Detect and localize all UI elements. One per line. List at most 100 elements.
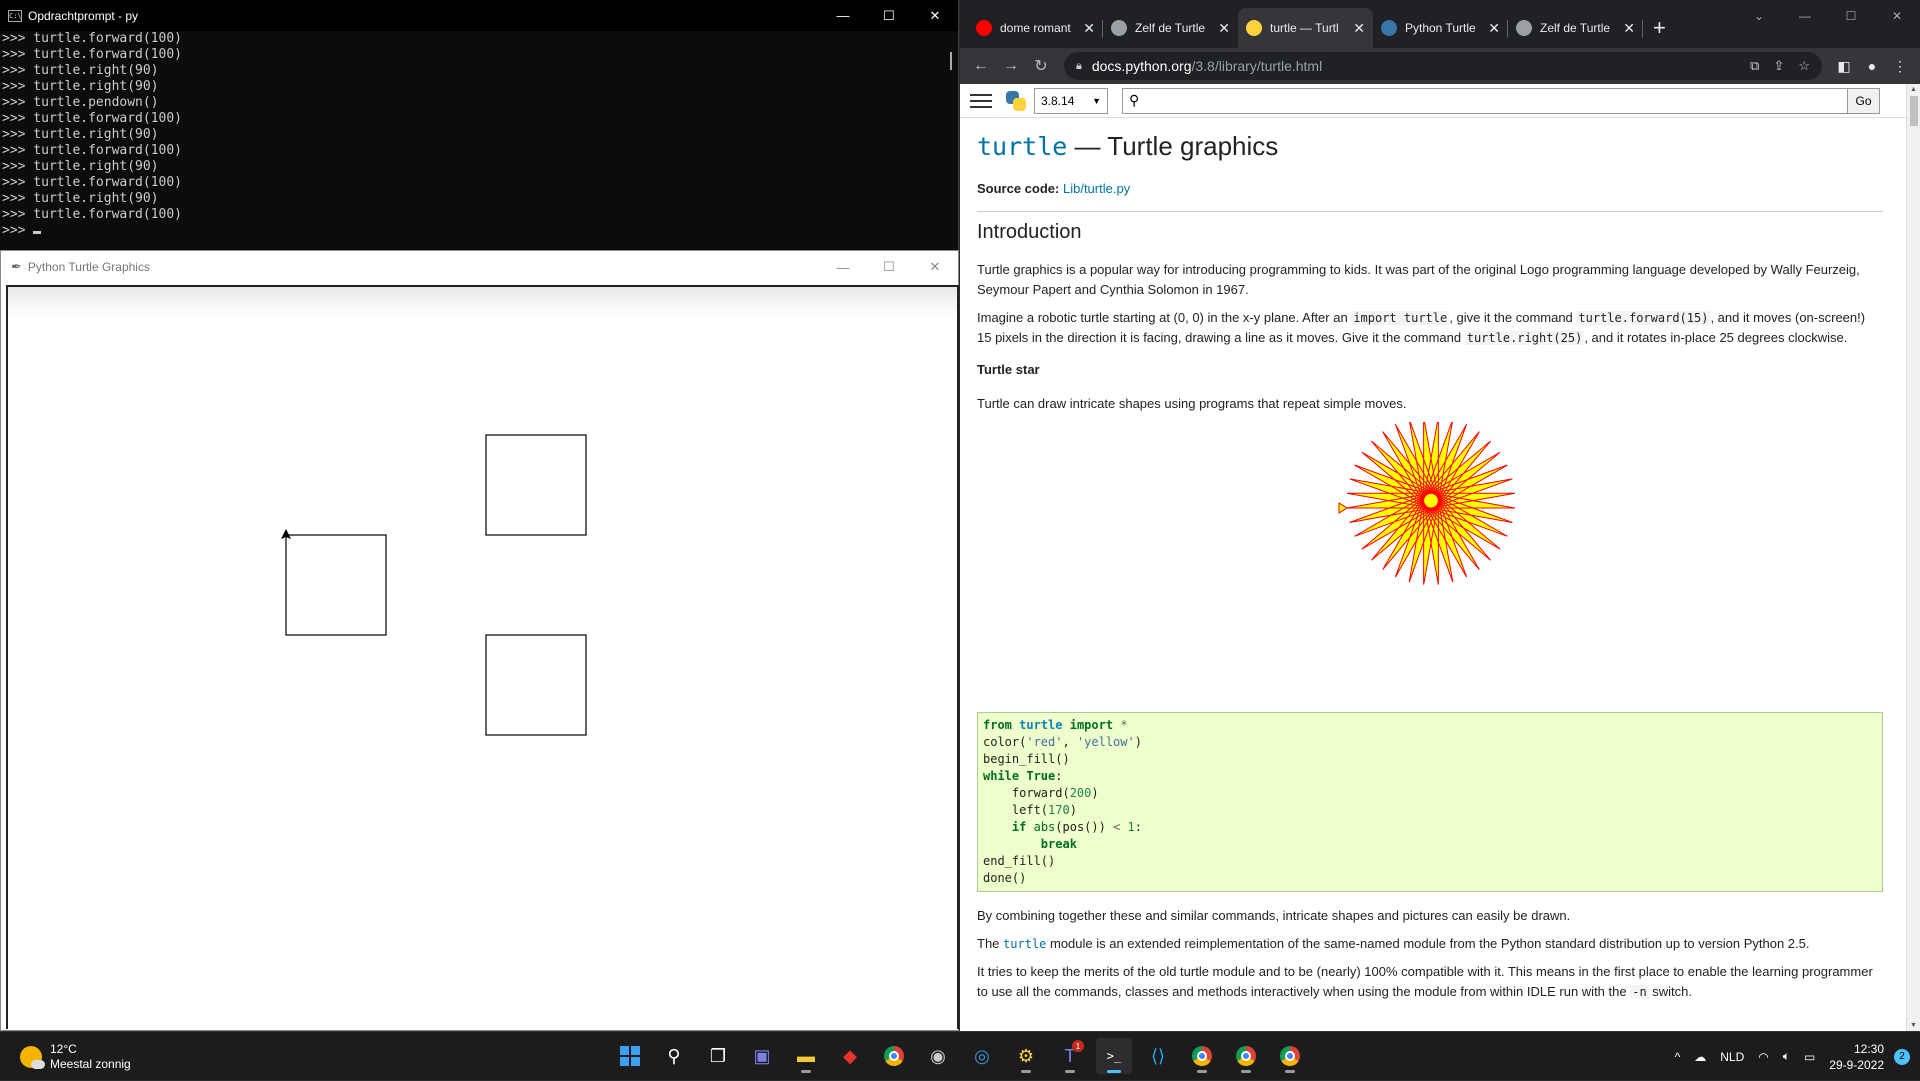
- profile-icon[interactable]: ●: [1858, 58, 1886, 74]
- tab-close-icon[interactable]: ✕: [1623, 20, 1635, 37]
- turtle-titlebar[interactable]: ✒ Python Turtle Graphics — ☐ ✕: [1, 251, 958, 283]
- minimize-icon[interactable]: —: [1782, 0, 1828, 32]
- volume-icon[interactable]: 🔈︎: [1783, 1049, 1790, 1064]
- teams-icon[interactable]: T1: [1052, 1038, 1088, 1074]
- search-input[interactable]: ⚲: [1122, 87, 1848, 114]
- scroll-thumb[interactable]: [1910, 96, 1918, 126]
- globe-icon: [1111, 20, 1127, 36]
- onedrive-icon[interactable]: ☁: [1694, 1050, 1706, 1064]
- new-tab-icon[interactable]: +: [1653, 8, 1666, 48]
- turtle-drawing: [281, 434, 587, 736]
- url-host: docs.python.org: [1091, 58, 1192, 74]
- tab-close-icon[interactable]: ✕: [1218, 20, 1230, 37]
- close-icon[interactable]: ✕: [912, 251, 958, 283]
- browser-window[interactable]: dome romant ✕ Zelf de Turtle ✕ turtle — Turt…: [960, 0, 1920, 1031]
- version-select[interactable]: 3.8.14 ▼: [1034, 87, 1108, 114]
- minimize-icon[interactable]: —: [820, 0, 866, 31]
- side-panel-icon[interactable]: ◧: [1830, 58, 1858, 75]
- console-prompt[interactable]: >>>: [2, 223, 958, 239]
- steam-icon[interactable]: ◉: [920, 1038, 956, 1074]
- clock[interactable]: 12:30 29-9-2022: [1829, 1041, 1884, 1073]
- translate-icon[interactable]: ⧉: [1750, 58, 1759, 74]
- go-button[interactable]: Go: [1848, 87, 1880, 114]
- text-cursor: [33, 231, 42, 234]
- cmd-window[interactable]: C:\ Opdrachtprompt - py — ☐ ✕ >>> turtle…: [0, 0, 959, 250]
- feather-icon: ✒: [11, 259, 22, 274]
- python-doc-icon: [1381, 20, 1397, 36]
- cmd-title: Opdrachtprompt - py: [28, 8, 139, 23]
- python-logo-icon[interactable]: [1006, 90, 1026, 111]
- maximize-icon[interactable]: ☐: [1828, 0, 1874, 32]
- tab-search-icon[interactable]: ⌄: [1736, 0, 1782, 32]
- source-link[interactable]: Lib/turtle.py: [1063, 181, 1130, 196]
- notification-badge[interactable]: 2: [1894, 1048, 1910, 1065]
- weather-widget[interactable]: 12°C Meestal zonnig: [20, 1042, 131, 1072]
- python-app-icon[interactable]: ⚙: [1008, 1038, 1044, 1074]
- chrome-icon[interactable]: [876, 1038, 912, 1074]
- edge-app-icon[interactable]: ◎: [964, 1038, 1000, 1074]
- hamburger-menu-icon[interactable]: [970, 93, 992, 108]
- square-left: [285, 534, 387, 636]
- cmd-titlebar[interactable]: C:\ Opdrachtprompt - py — ☐ ✕: [0, 0, 958, 31]
- minimize-icon[interactable]: —: [820, 251, 866, 283]
- title-rest: — Turtle graphics: [1067, 131, 1279, 161]
- start-button[interactable]: [612, 1038, 648, 1074]
- version-value: 3.8.14: [1041, 93, 1075, 108]
- console-output[interactable]: >>> turtle.forward(100) >>> turtle.forwar…: [0, 31, 958, 239]
- red-diamond-app-icon[interactable]: ◆: [832, 1038, 868, 1074]
- share-icon[interactable]: ⇪: [1773, 58, 1784, 74]
- task-view-icon[interactable]: ❐: [700, 1038, 736, 1074]
- search-icon[interactable]: ⚲: [656, 1038, 692, 1074]
- tab-close-icon[interactable]: ✕: [1353, 20, 1365, 37]
- back-icon[interactable]: ←: [966, 57, 996, 75]
- vscode-icon[interactable]: ⟨⟩: [1140, 1038, 1176, 1074]
- maximize-icon[interactable]: ☐: [866, 0, 912, 31]
- scroll-down-icon[interactable]: ▼: [1910, 1022, 1917, 1029]
- console-line: >>> turtle.right(90): [2, 79, 159, 94]
- module-paragraph: The turtle module is an extended reimple…: [977, 934, 1883, 954]
- tab-close-icon[interactable]: ✕: [1083, 20, 1095, 37]
- maximize-icon[interactable]: ☐: [866, 251, 912, 283]
- browser-tab[interactable]: turtle — Turtl ✕: [1238, 8, 1373, 48]
- battery-icon[interactable]: ▭: [1804, 1050, 1815, 1064]
- page-scrollbar[interactable]: ▲ ▼: [1906, 84, 1920, 1031]
- address-bar[interactable]: 🔒︎ docs.python.org/3.8/library/turtle.ht…: [1064, 52, 1822, 80]
- browser-tab[interactable]: Zelf de Turtle ✕: [1508, 8, 1643, 48]
- cmd-scrollbar[interactable]: [950, 52, 952, 70]
- file-explorer-icon[interactable]: ▬: [788, 1038, 824, 1074]
- chat-icon[interactable]: ▣: [744, 1038, 780, 1074]
- close-icon[interactable]: ✕: [912, 0, 958, 31]
- chrome-profile-3-icon[interactable]: [1272, 1038, 1308, 1074]
- tab-close-icon[interactable]: ✕: [1488, 20, 1500, 37]
- chevron-up-icon[interactable]: ^: [1675, 1050, 1681, 1064]
- source-code-line: Source code: Lib/turtle.py: [977, 179, 1883, 199]
- browser-tab[interactable]: Python Turtle ✕: [1373, 8, 1508, 48]
- star-paragraph: Turtle can draw intricate shapes using p…: [977, 396, 1407, 411]
- console-line: >>> turtle.forward(100): [2, 175, 183, 190]
- globe-icon: [1516, 20, 1532, 36]
- language-indicator[interactable]: NLD: [1720, 1050, 1744, 1064]
- text: module is an extended reimplementation o…: [1046, 936, 1810, 951]
- console-line: >>> turtle.right(90): [2, 127, 159, 142]
- turtle-canvas[interactable]: [6, 285, 959, 1029]
- turtle-module-link[interactable]: turtle: [1003, 937, 1046, 951]
- browser-tab[interactable]: Zelf de Turtle ✕: [1103, 8, 1238, 48]
- tab-label: Zelf de Turtle: [1135, 21, 1206, 35]
- menu-kebab-icon[interactable]: ⋮: [1886, 58, 1914, 75]
- scroll-up-icon[interactable]: ▲: [1910, 86, 1917, 93]
- page-title: turtle — Turtle graphics: [977, 128, 1883, 165]
- taskbar-apps: ⚲ ❐ ▣ ▬ ◆ ◉ ◎ ⚙ T1 >_ ⟨⟩: [612, 1038, 1308, 1074]
- close-icon[interactable]: ✕: [1874, 0, 1920, 32]
- bookmark-star-icon[interactable]: ☆: [1798, 58, 1810, 74]
- wifi-icon[interactable]: ◠: [1758, 1050, 1768, 1064]
- chrome-profile-icon[interactable]: [1184, 1038, 1220, 1074]
- weather-temp: 12°C: [50, 1042, 77, 1056]
- browser-tab[interactable]: dome romant ✕: [968, 8, 1103, 48]
- forward-icon[interactable]: →: [996, 57, 1026, 75]
- chrome-profile-2-icon[interactable]: [1228, 1038, 1264, 1074]
- turtle-window[interactable]: ✒ Python Turtle Graphics — ☐ ✕: [0, 250, 959, 1031]
- reload-icon[interactable]: ↻: [1026, 56, 1056, 76]
- terminal-icon[interactable]: >_: [1096, 1038, 1132, 1074]
- lock-icon[interactable]: 🔒︎: [1076, 60, 1082, 73]
- turtle-star-svg: [1338, 416, 1516, 585]
